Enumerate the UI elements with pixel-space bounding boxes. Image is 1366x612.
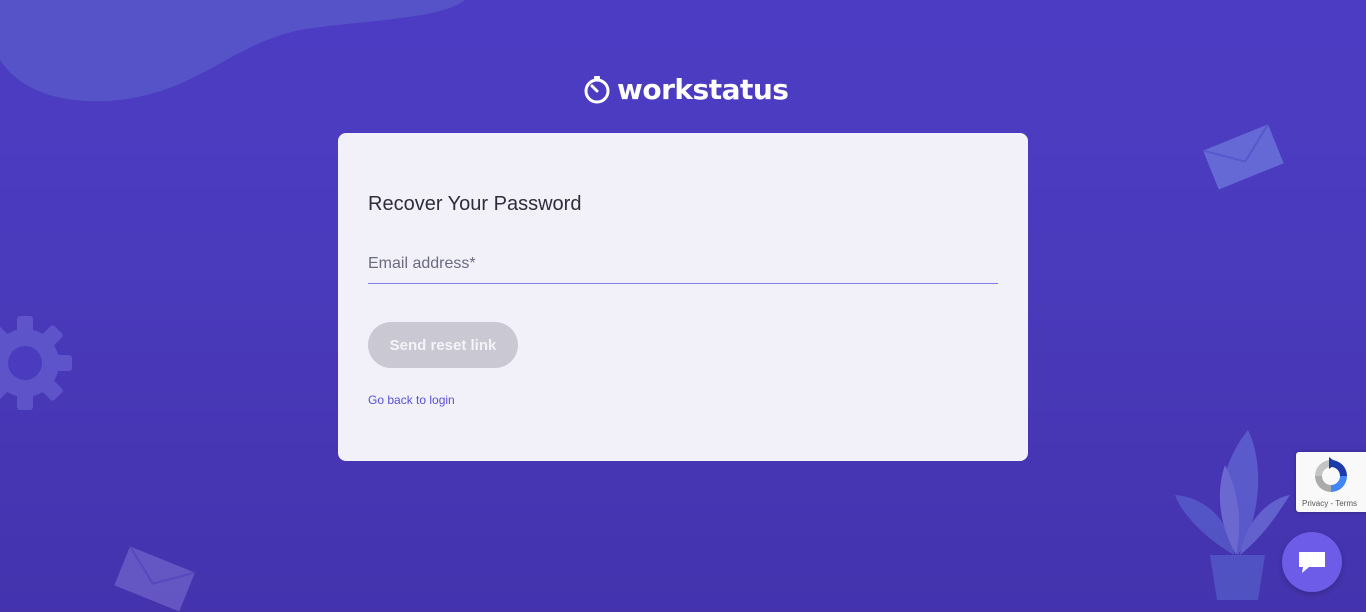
send-reset-link-button[interactable]: Send reset link	[368, 322, 518, 368]
terms-link[interactable]: Terms	[1335, 499, 1357, 508]
page-title: Recover Your Password	[368, 193, 582, 215]
recaptcha-icon	[1315, 457, 1347, 492]
chat-bubble-icon	[1299, 552, 1325, 573]
envelope-icon	[1202, 123, 1284, 190]
links-separator: -	[1330, 499, 1334, 508]
go-back-to-login-link[interactable]: Go back to login	[368, 393, 455, 407]
email-field[interactable]	[368, 251, 998, 284]
workstatus-logo: workstatus	[583, 72, 789, 108]
logo-text: workstatus	[617, 73, 789, 106]
stopwatch-icon	[584, 76, 610, 104]
background-wave-shape	[0, 0, 465, 102]
potted-plant-icon	[1175, 430, 1290, 600]
recover-password-card: Recover Your Password Send reset link Go…	[338, 133, 1028, 461]
recaptcha-badge[interactable]: Privacy - Terms	[1296, 452, 1366, 512]
chat-launcher-button[interactable]	[1282, 532, 1342, 592]
privacy-link[interactable]: Privacy	[1302, 499, 1328, 508]
envelope-icon	[114, 545, 196, 612]
gear-icon	[0, 316, 72, 410]
recaptcha-links: Privacy - Terms	[1302, 499, 1357, 508]
